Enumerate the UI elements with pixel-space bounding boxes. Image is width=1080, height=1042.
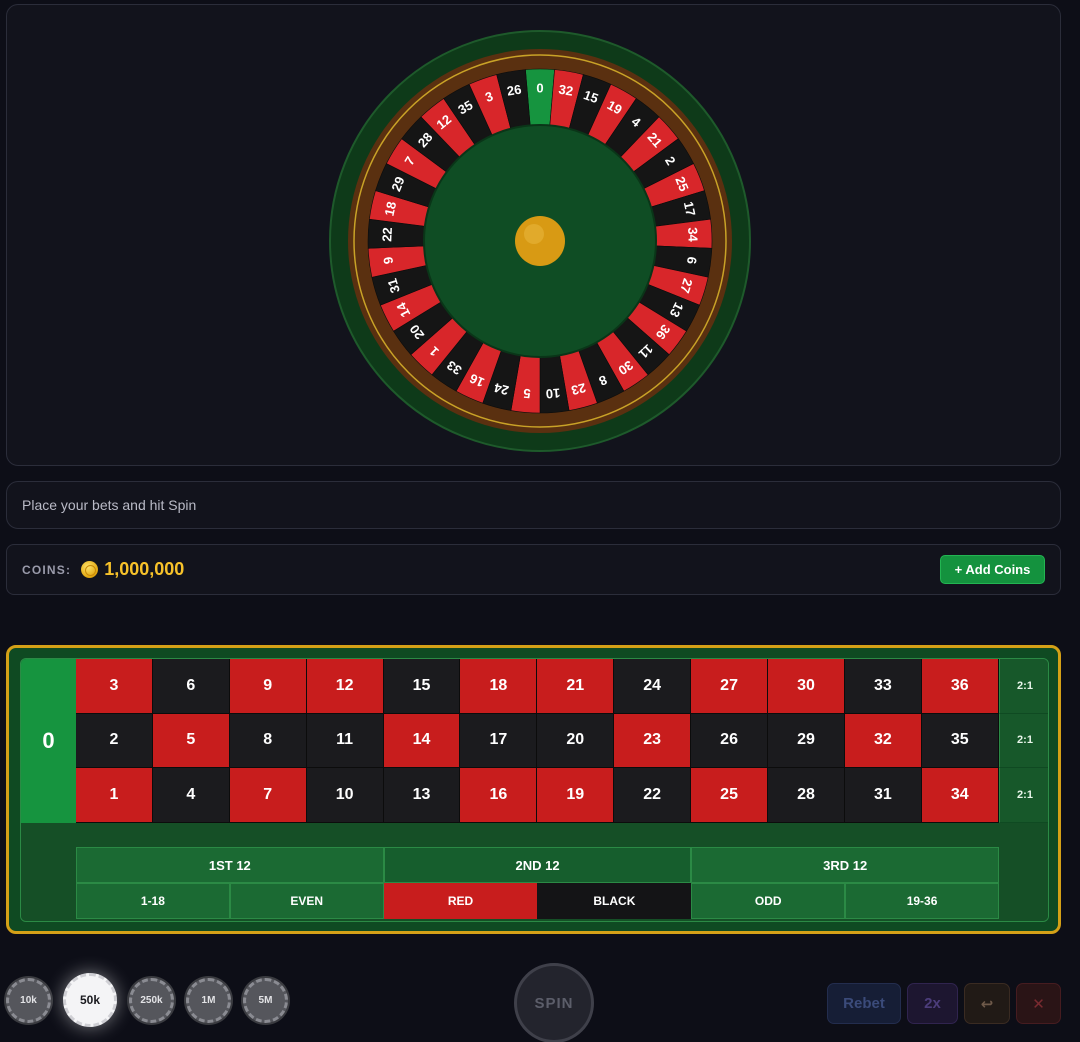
betting-table: 0 3 6 9 12 15 18 21 24 27 30 33 36 2 5 8 11 14 17 20 23 26 29… xyxy=(6,645,1061,934)
column-bets: 2:1 2:1 2:1 xyxy=(999,659,1048,823)
undo-button[interactable]: ↩ xyxy=(964,983,1010,1024)
bet-even[interactable]: EVEN xyxy=(229,883,384,919)
bet-number-10[interactable]: 10 xyxy=(306,768,384,823)
roulette-wheel: 0 32 1519421225173462713361130823105241633… xyxy=(329,30,751,452)
status-bar: Place your bets and hit Spin xyxy=(6,481,1061,529)
bet-number-17[interactable]: 17 xyxy=(460,713,538,769)
betting-felt: 0 3 6 9 12 15 18 21 24 27 30 33 36 2 5 8 11 14 17 20 23 26 29… xyxy=(20,658,1049,922)
bet-number-14[interactable]: 14 xyxy=(383,713,461,769)
column-bet-middle[interactable]: 2:1 xyxy=(999,713,1048,769)
wheel-pocket-label: 18 xyxy=(382,200,400,217)
column-bet-top[interactable]: 2:1 xyxy=(999,659,1048,714)
coin-icon xyxy=(81,561,99,578)
close-x-icon: ✕ xyxy=(1032,995,1045,1013)
bet-number-25[interactable]: 25 xyxy=(691,768,769,823)
wheel-pocket-label: 10 xyxy=(545,385,561,401)
bet-number-4[interactable]: 4 xyxy=(152,768,230,823)
status-message: Place your bets and hit Spin xyxy=(22,497,197,513)
chip-250k[interactable]: 250k xyxy=(129,977,174,1023)
double-bet-button[interactable]: 2x xyxy=(907,983,958,1024)
bet-number-11[interactable]: 11 xyxy=(306,713,384,769)
bet-number-31[interactable]: 31 xyxy=(844,768,922,823)
bet-number-34[interactable]: 34 xyxy=(921,768,999,823)
column-bet-bottom[interactable]: 2:1 xyxy=(999,768,1048,823)
bet-number-28[interactable]: 28 xyxy=(768,768,845,823)
dozen-bet-first[interactable]: 1ST 12 xyxy=(76,847,384,883)
wheel-pocket-label: 34 xyxy=(685,227,701,243)
number-grid: 3 6 9 12 15 18 21 24 27 30 33 36 2 5 8 11 14 17 20 23 26 29 32… xyxy=(76,659,999,823)
bet-number-20[interactable]: 20 xyxy=(537,713,615,769)
bet-number-1[interactable]: 1 xyxy=(76,768,153,823)
dozen-bet-second[interactable]: 2ND 12 xyxy=(383,847,692,883)
coins-bar: COINS: 1,000,000 + Add Coins xyxy=(6,544,1061,595)
bet-number-6[interactable]: 6 xyxy=(152,659,230,714)
bet-number-16[interactable]: 16 xyxy=(460,768,538,823)
bet-red[interactable]: RED xyxy=(383,883,538,919)
bet-number-9[interactable]: 9 xyxy=(229,659,307,714)
wheel-pocket-label: 5 xyxy=(523,386,531,402)
chip-50k[interactable]: 50k xyxy=(63,973,117,1027)
bet-number-32[interactable]: 32 xyxy=(844,713,922,769)
wheel-pocket-label: 32 xyxy=(557,82,574,99)
bet-zero[interactable]: 0 xyxy=(21,659,76,823)
bet-number-19[interactable]: 19 xyxy=(537,768,615,823)
coins-balance: 1,000,000 xyxy=(104,559,185,579)
wheel-pocket-label: 26 xyxy=(506,82,523,99)
bet-number-26[interactable]: 26 xyxy=(691,713,769,769)
rebet-button[interactable]: Rebet xyxy=(827,983,901,1024)
bet-odd[interactable]: ODD xyxy=(691,883,846,919)
bet-number-8[interactable]: 8 xyxy=(229,713,307,769)
bet-number-29[interactable]: 29 xyxy=(768,713,845,769)
bet-number-21[interactable]: 21 xyxy=(537,659,615,714)
bet-number-35[interactable]: 35 xyxy=(921,713,999,769)
wheel-pocket-0 xyxy=(525,68,555,126)
bet-number-3[interactable]: 3 xyxy=(76,659,153,714)
undo-arrow-icon: ↩ xyxy=(980,995,994,1013)
bet-number-36[interactable]: 36 xyxy=(921,659,999,714)
dozen-bets: 1ST 12 2ND 12 3RD 12 xyxy=(76,847,1000,883)
bet-number-13[interactable]: 13 xyxy=(383,768,461,823)
bet-black[interactable]: BLACK xyxy=(537,883,692,919)
bet-number-23[interactable]: 23 xyxy=(614,713,692,769)
wheel-panel: 0 32 15 19 4 21 2 25 17 34 6 27 13 36 11 30 8 23 10 5 24 16 33… xyxy=(6,4,1061,466)
bet-number-18[interactable]: 18 xyxy=(460,659,538,714)
spin-button[interactable]: SPIN xyxy=(514,963,594,1042)
bet-number-22[interactable]: 22 xyxy=(614,768,692,823)
bet-number-33[interactable]: 33 xyxy=(844,659,922,714)
dozen-bet-third[interactable]: 3RD 12 xyxy=(691,847,1000,883)
wheel-hub-highlight xyxy=(524,224,544,244)
coins-label: COINS: xyxy=(22,562,72,577)
bet-1-18[interactable]: 1-18 xyxy=(76,883,230,919)
bet-number-12[interactable]: 12 xyxy=(306,659,384,714)
chip-5m[interactable]: 5M xyxy=(243,977,288,1023)
bet-number-7[interactable]: 7 xyxy=(229,768,307,823)
bet-number-30[interactable]: 30 xyxy=(768,659,845,714)
add-coins-button[interactable]: + Add Coins xyxy=(940,555,1045,584)
chip-10k[interactable]: 10k xyxy=(6,977,51,1023)
bet-number-15[interactable]: 15 xyxy=(383,659,461,714)
bet-19-36[interactable]: 19-36 xyxy=(845,883,999,919)
bet-number-5[interactable]: 5 xyxy=(152,713,230,769)
wheel-pocket-label: 22 xyxy=(379,227,395,242)
chip-1m[interactable]: 1M xyxy=(186,977,231,1023)
bet-number-24[interactable]: 24 xyxy=(614,659,692,714)
bet-number-2[interactable]: 2 xyxy=(76,713,153,769)
clear-bets-button[interactable]: ✕ xyxy=(1016,983,1061,1024)
even-money-bets: 1-18 EVEN RED BLACK ODD 19-36 xyxy=(76,883,999,919)
bet-number-27[interactable]: 27 xyxy=(691,659,769,714)
wheel-pocket-label: 17 xyxy=(681,200,699,217)
chip-selector: 10k 50k 250k 1M 5M xyxy=(6,970,300,1030)
wheel-pocket-label: 0 xyxy=(536,80,543,95)
